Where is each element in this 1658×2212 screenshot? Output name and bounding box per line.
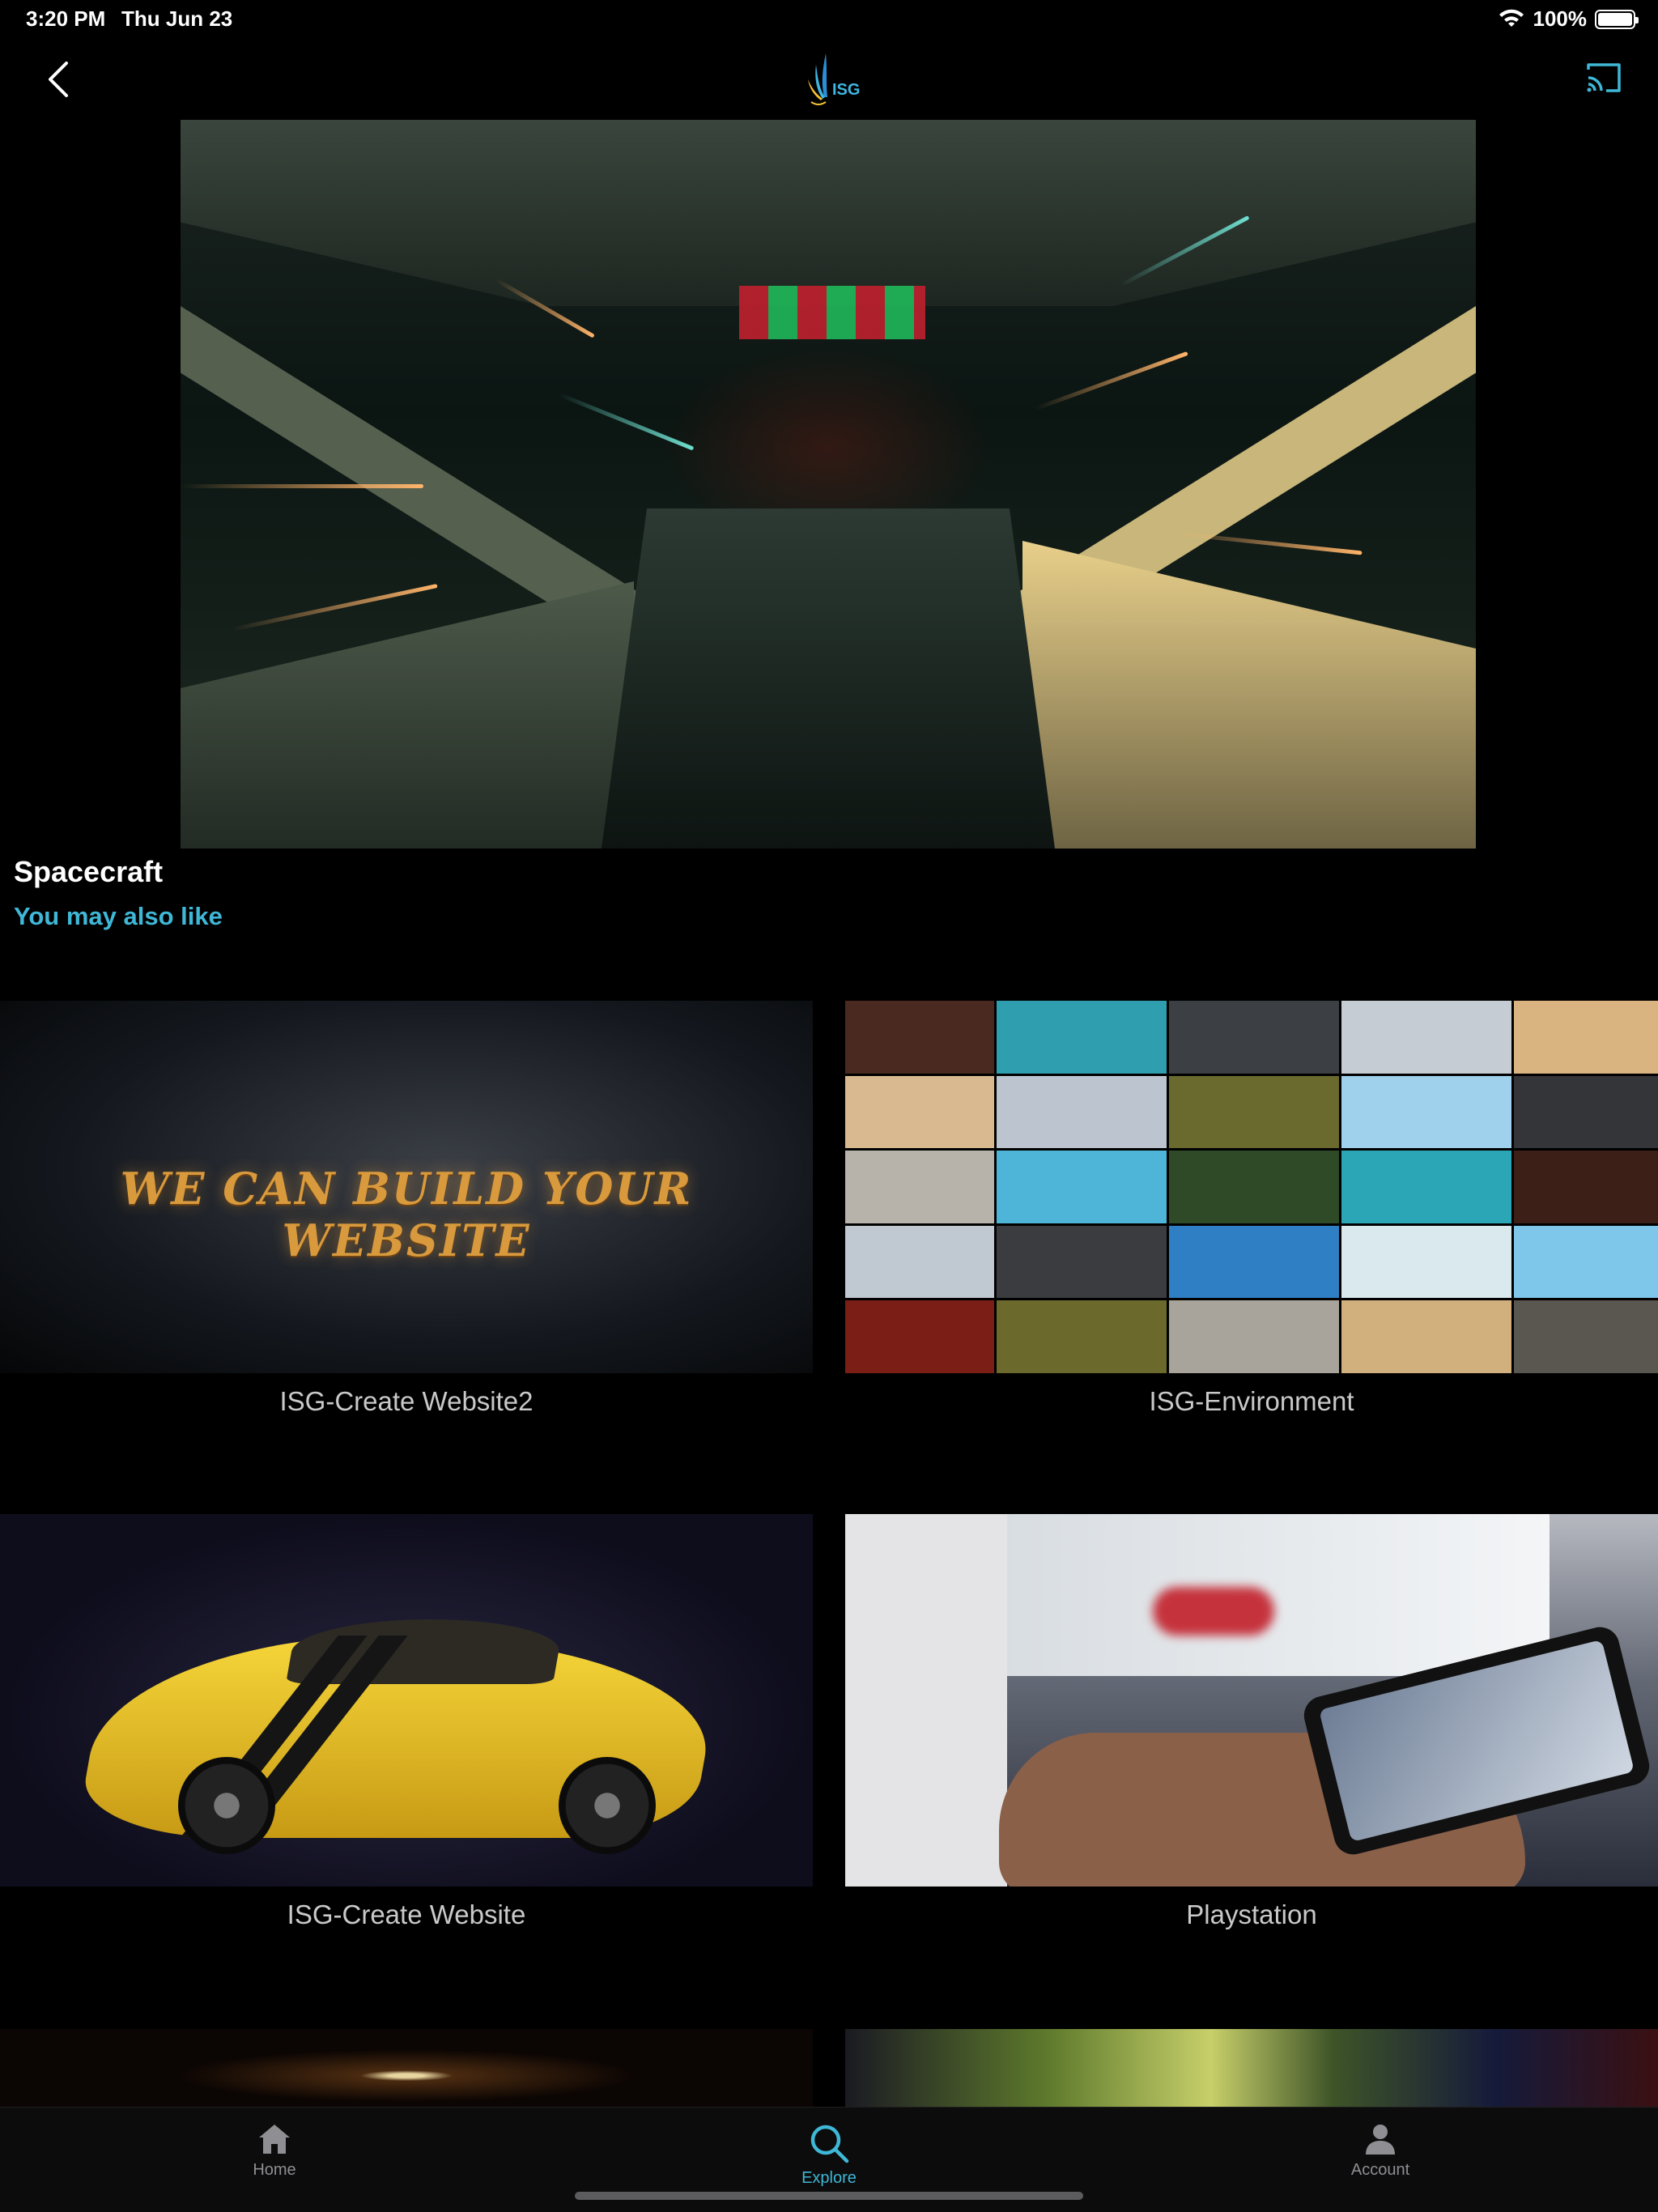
- logo-text: ISG: [832, 81, 861, 99]
- cast-icon[interactable]: [1584, 60, 1624, 96]
- battery-percent: 100%: [1533, 6, 1588, 31]
- thumbnail-overlay-text: WE CAN BUILD YOUR WEBSITE: [120, 1163, 693, 1266]
- related-card-title: ISG-Create Website2: [279, 1386, 534, 1416]
- tab-label: Explore: [801, 2169, 857, 2187]
- related-thumbnail[interactable]: [845, 1514, 1658, 1887]
- tab-explore[interactable]: Explore: [748, 2122, 910, 2188]
- isg-logo-icon: [808, 53, 827, 105]
- home-indicator[interactable]: [575, 2192, 1083, 2200]
- tab-label: Account: [1350, 2161, 1410, 2179]
- video-player[interactable]: [181, 120, 1476, 849]
- tab-account[interactable]: Account: [1299, 2122, 1461, 2180]
- related-card-title: ISG-Environment: [1149, 1386, 1354, 1416]
- search-icon: [810, 2125, 849, 2163]
- battery-icon: [1595, 9, 1639, 29]
- status-time: 3:20 PM: [26, 6, 106, 31]
- related-card-title: Playstation: [1186, 1899, 1317, 1929]
- tab-label: Home: [253, 2161, 296, 2179]
- related-card-title: ISG-Create Website: [287, 1899, 526, 1929]
- person-icon: [1366, 2125, 1395, 2155]
- back-chevron-icon[interactable]: [40, 58, 76, 100]
- related-thumbnail[interactable]: [0, 2029, 813, 2107]
- video-title: Spacecraft: [14, 855, 164, 888]
- tab-home[interactable]: Home: [193, 2122, 355, 2180]
- related-heading: You may also like: [14, 902, 223, 930]
- related-thumbnail[interactable]: WE CAN BUILD YOUR WEBSITE: [0, 1001, 813, 1373]
- status-date: Thu Jun 23: [121, 6, 233, 31]
- status-bar: 3:20 PM Thu Jun 23 100%: [0, 0, 1658, 39]
- wifi-icon: [1499, 9, 1524, 27]
- related-thumbnail[interactable]: [845, 1001, 1658, 1373]
- navigation-bar: ISG: [0, 39, 1658, 120]
- related-thumbnail[interactable]: [845, 2029, 1658, 2107]
- house-icon: [259, 2125, 290, 2154]
- related-thumbnail[interactable]: [0, 1514, 813, 1887]
- cockpit-display: [739, 286, 925, 339]
- video-detail-screen: 3:20 PM Thu Jun 23 100% ISG Spacecraft Y…: [0, 0, 1658, 2212]
- status-indicators: 100%: [1498, 6, 1639, 32]
